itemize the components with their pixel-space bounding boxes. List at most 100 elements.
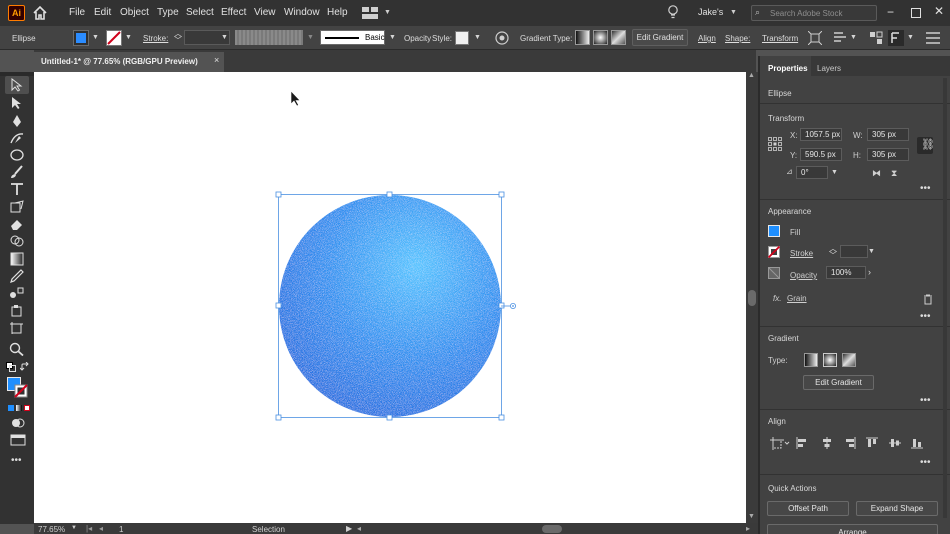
align-middle-icon[interactable]: [889, 437, 901, 449]
menu-view[interactable]: View: [254, 7, 276, 18]
menu-select[interactable]: Select: [186, 7, 214, 18]
menu-type[interactable]: Type: [157, 7, 179, 18]
shape-builder-tool-icon[interactable]: [9, 234, 25, 248]
edit-toolbar-icon[interactable]: •••: [11, 455, 22, 466]
screen-mode-icon[interactable]: [10, 433, 26, 447]
shape-link[interactable]: Shape:: [725, 34, 750, 43]
chevron-down-icon[interactable]: ▼: [850, 34, 857, 41]
first-artboard-icon[interactable]: |◂: [86, 524, 92, 533]
stock-search-field[interactable]: ⌕ Search Adobe Stock: [751, 5, 877, 21]
panel-freeform-gradient-button[interactable]: [842, 353, 856, 367]
swap-fill-stroke-icon[interactable]: [20, 362, 30, 372]
isolate-object-icon[interactable]: [808, 31, 822, 45]
blend-tool-icon[interactable]: [9, 286, 25, 300]
close-tab-icon[interactable]: ×: [214, 55, 219, 65]
zoom-tool-icon[interactable]: [9, 342, 25, 356]
ellipse-tool-icon[interactable]: [9, 148, 25, 162]
horizontal-scroll-thumb[interactable]: [542, 525, 562, 533]
scroll-right-icon[interactable]: ▸: [746, 524, 750, 533]
chevron-down-icon[interactable]: ▼: [474, 34, 481, 41]
menu-window[interactable]: Window: [284, 7, 320, 18]
reference-point-icon[interactable]: [768, 137, 782, 151]
select-similar-icon[interactable]: [869, 31, 883, 45]
chevron-down-icon[interactable]: ▼: [92, 34, 99, 41]
offset-path-button[interactable]: Offset Path: [767, 501, 849, 516]
default-fill-stroke-icon[interactable]: [6, 362, 16, 372]
home-icon[interactable]: [32, 5, 48, 21]
y-field[interactable]: 590.5 px: [800, 148, 842, 161]
flip-horizontal-icon[interactable]: ⧓: [872, 168, 881, 179]
chevron-down-icon[interactable]: ▼: [730, 9, 737, 16]
chevron-down-icon[interactable]: ▼: [125, 34, 132, 41]
stroke-stepper-icon[interactable]: ︿ ﹀: [174, 30, 182, 45]
gradient-more-button[interactable]: •••: [920, 395, 931, 406]
appearance-more-button[interactable]: •••: [920, 311, 931, 322]
align-bottom-icon[interactable]: [911, 437, 923, 449]
align-top-icon[interactable]: [866, 437, 878, 449]
menu-effect[interactable]: Effect: [221, 7, 246, 18]
radial-gradient-button[interactable]: [593, 30, 608, 45]
workspace-switcher-icon[interactable]: [362, 7, 378, 19]
expand-shape-button[interactable]: Expand Shape: [856, 501, 938, 516]
eraser-tool-icon[interactable]: [9, 217, 25, 231]
vertical-scrollbar[interactable]: ▲ ▼: [746, 72, 758, 523]
fill-swatch[interactable]: [73, 30, 89, 46]
paintbrush-tool-icon[interactable]: [9, 165, 25, 179]
constrain-proportions-button[interactable]: ⛓: [917, 137, 935, 154]
pen-tool-icon[interactable]: [9, 114, 25, 128]
status-menu-icon[interactable]: ▶: [346, 524, 352, 533]
brush-definition[interactable]: Basic: [320, 30, 385, 45]
draw-mode-icon[interactable]: [10, 416, 26, 430]
type-tool-icon[interactable]: [9, 182, 25, 196]
maximize-icon[interactable]: [911, 8, 921, 18]
transform-more-button[interactable]: •••: [920, 183, 931, 194]
chevron-down-icon[interactable]: ▼: [907, 34, 914, 41]
panel-linear-gradient-button[interactable]: [804, 353, 818, 367]
arrange-icon[interactable]: [833, 31, 847, 45]
x-field[interactable]: 1057.5 px: [800, 128, 842, 141]
lightbulb-icon[interactable]: [667, 5, 679, 20]
align-center-icon[interactable]: [821, 437, 833, 449]
align-right-icon[interactable]: [844, 437, 856, 449]
trash-icon[interactable]: [923, 294, 933, 305]
document-tab[interactable]: Untitled-1* @ 77.65% (RGB/GPU Preview): [34, 52, 224, 72]
appearance-stroke-swatch[interactable]: [768, 246, 780, 258]
chevron-down-icon[interactable]: ▼: [71, 525, 77, 531]
chevron-down-icon[interactable]: ▼: [221, 34, 228, 41]
menu-help[interactable]: Help: [327, 7, 348, 18]
h-field[interactable]: 305 px: [867, 148, 909, 161]
align-link[interactable]: Align: [698, 34, 716, 43]
selected-ellipse[interactable]: [279, 195, 501, 417]
chevron-down-icon[interactable]: ▼: [384, 9, 391, 16]
appearance-fill-swatch[interactable]: [768, 225, 780, 237]
tab-properties[interactable]: Properties: [768, 64, 808, 73]
recolor-artwork-icon[interactable]: [495, 31, 509, 45]
eyedropper-tool-icon[interactable]: [9, 269, 25, 283]
graphic-style-swatch[interactable]: [455, 31, 469, 45]
tab-layers[interactable]: Layers: [817, 64, 841, 73]
appearance-stroke-field[interactable]: [840, 245, 868, 258]
minimize-icon[interactable]: −: [887, 5, 894, 19]
panel-scrollbar[interactable]: [943, 78, 947, 518]
menu-icon[interactable]: [925, 31, 941, 45]
symbol-sprayer-tool-icon[interactable]: [9, 304, 25, 318]
stroke-swatch[interactable]: [106, 30, 122, 46]
align-left-icon[interactable]: [796, 437, 808, 449]
scroll-up-icon[interactable]: ▲: [748, 72, 755, 79]
scroll-thumb[interactable]: [748, 290, 756, 306]
align-to-icon[interactable]: [770, 437, 790, 450]
rotate-tool-icon[interactable]: [9, 200, 25, 214]
stroke-label[interactable]: Stroke:: [143, 34, 168, 43]
panel-options-icon[interactable]: [888, 30, 904, 46]
gradient-mode-button[interactable]: [16, 405, 22, 411]
effect-grain-link[interactable]: Grain: [787, 294, 807, 303]
selection-tool-icon[interactable]: [9, 78, 25, 92]
freeform-gradient-button[interactable]: [611, 30, 626, 45]
artboard-canvas[interactable]: [34, 72, 746, 523]
stroke-weight-stepper-icon[interactable]: ︿ ﹀: [829, 245, 837, 260]
user-menu[interactable]: Jake's: [698, 7, 723, 17]
opacity-field[interactable]: 100%: [826, 266, 866, 279]
curvature-tool-icon[interactable]: [9, 131, 25, 145]
edit-gradient-button[interactable]: Edit Gradient: [632, 29, 688, 46]
w-field[interactable]: 305 px: [867, 128, 909, 141]
